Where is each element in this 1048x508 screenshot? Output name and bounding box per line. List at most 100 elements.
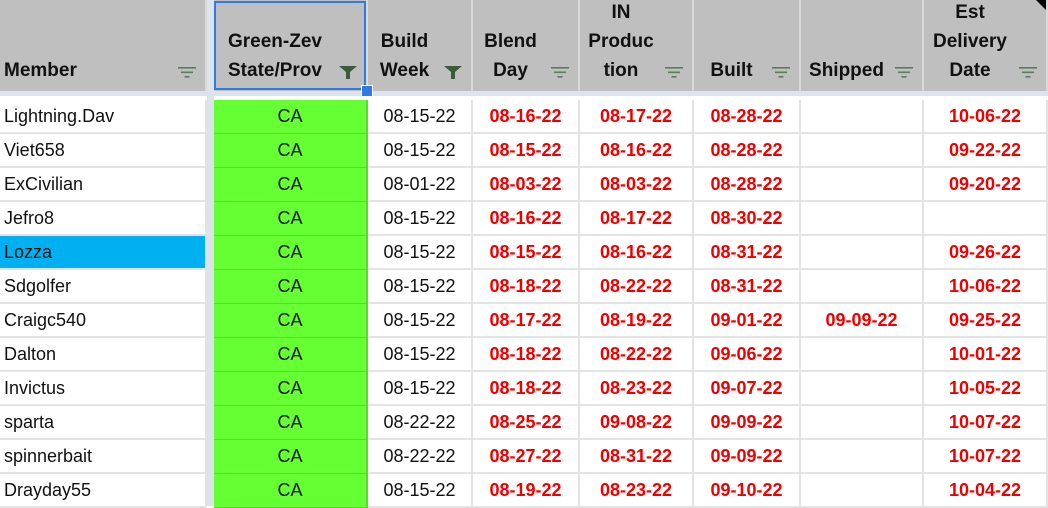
column-header-member[interactable]: Member [0,0,207,91]
column-header-in-production[interactable]: IN Produc tion [580,0,694,91]
cell-est-delivery[interactable]: 10-04-22 [924,474,1048,508]
cell-state[interactable]: CA [214,372,368,406]
cell-state[interactable]: CA [214,338,368,372]
cell-in-production[interactable]: 08-17-22 [580,202,694,236]
cell-in-production[interactable]: 08-23-22 [580,372,694,406]
cell-member[interactable]: Craigc540 [0,304,207,338]
cell-built[interactable]: 08-28-22 [694,100,801,134]
cell-blend-day[interactable]: 08-25-22 [473,406,580,440]
cell-member[interactable]: Jefro8 [0,202,207,236]
cell-est-delivery[interactable]: 09-26-22 [924,236,1048,270]
cell-built[interactable]: 09-07-22 [694,372,801,406]
cell-est-delivery[interactable]: 10-07-22 [924,406,1048,440]
cell-blend-day[interactable]: 08-03-22 [473,168,580,202]
cell-in-production[interactable]: 09-08-22 [580,406,694,440]
cell-blend-day[interactable]: 08-18-22 [473,372,580,406]
column-header-built[interactable]: Built [694,0,801,91]
cell-blend-day[interactable]: 08-16-22 [473,100,580,134]
cell-build-week[interactable]: 08-15-22 [368,134,473,168]
cell-blend-day[interactable]: 08-18-22 [473,270,580,304]
cell-built[interactable]: 09-09-22 [694,440,801,474]
filter-sort-icon[interactable] [771,65,791,79]
cell-built[interactable]: 09-01-22 [694,304,801,338]
cell-in-production[interactable]: 08-31-22 [580,440,694,474]
frozen-pane-divider[interactable] [207,0,214,506]
cell-in-production[interactable]: 08-03-22 [580,168,694,202]
column-header-est-delivery[interactable]: Est Delivery Date [924,0,1048,91]
cell-shipped[interactable] [801,168,924,202]
cell-shipped[interactable] [801,202,924,236]
cell-build-week[interactable]: 08-15-22 [368,372,473,406]
cell-state[interactable]: CA [214,168,368,202]
cell-est-delivery[interactable]: 10-01-22 [924,338,1048,372]
cell-est-delivery[interactable]: 09-22-22 [924,134,1048,168]
filter-sort-icon[interactable] [550,65,570,79]
cell-blend-day[interactable]: 08-16-22 [473,202,580,236]
cell-state[interactable]: CA [214,100,368,134]
fill-handle[interactable] [361,85,373,97]
column-header-state[interactable]: Green-Zev State/Prov [214,0,368,91]
cell-state[interactable]: CA [214,304,368,338]
cell-state[interactable]: CA [214,440,368,474]
cell-shipped[interactable]: 09-09-22 [801,304,924,338]
filter-sort-icon[interactable] [1018,65,1038,79]
cell-built[interactable]: 08-28-22 [694,134,801,168]
cell-blend-day[interactable]: 08-17-22 [473,304,580,338]
cell-build-week[interactable]: 08-15-22 [368,202,473,236]
cell-shipped[interactable] [801,236,924,270]
cell-state[interactable]: CA [214,134,368,168]
cell-in-production[interactable]: 08-19-22 [580,304,694,338]
cell-member[interactable]: ExCivilian [0,168,207,202]
filter-sort-icon[interactable] [177,65,197,79]
cell-build-week[interactable]: 08-15-22 [368,474,473,508]
cell-built[interactable]: 08-28-22 [694,168,801,202]
cell-est-delivery[interactable]: 10-07-22 [924,440,1048,474]
cell-shipped[interactable] [801,474,924,508]
cell-blend-day[interactable]: 08-19-22 [473,474,580,508]
column-header-build-week[interactable]: Build Week [368,0,473,91]
cell-shipped[interactable] [801,270,924,304]
cell-build-week[interactable]: 08-22-22 [368,440,473,474]
cell-build-week[interactable]: 08-15-22 [368,338,473,372]
cell-build-week[interactable]: 08-15-22 [368,100,473,134]
cell-shipped[interactable] [801,338,924,372]
cell-shipped[interactable] [801,134,924,168]
cell-blend-day[interactable]: 08-18-22 [473,338,580,372]
cell-est-delivery[interactable]: 10-05-22 [924,372,1048,406]
cell-in-production[interactable]: 08-23-22 [580,474,694,508]
cell-state[interactable]: CA [214,202,368,236]
cell-built[interactable]: 09-10-22 [694,474,801,508]
cell-shipped[interactable] [801,100,924,134]
cell-member[interactable]: sparta [0,406,207,440]
cell-built[interactable]: 08-30-22 [694,202,801,236]
cell-in-production[interactable]: 08-16-22 [580,236,694,270]
cell-built[interactable]: 08-31-22 [694,270,801,304]
cell-member[interactable]: Dalton [0,338,207,372]
filter-active-icon[interactable] [338,65,358,79]
cell-built[interactable]: 08-31-22 [694,236,801,270]
cell-member[interactable]: Drayday55 [0,474,207,508]
cell-est-delivery[interactable]: 10-06-22 [924,270,1048,304]
cell-state[interactable]: CA [214,474,368,508]
cell-blend-day[interactable]: 08-15-22 [473,236,580,270]
cell-shipped[interactable] [801,440,924,474]
cell-in-production[interactable]: 08-16-22 [580,134,694,168]
cell-est-delivery[interactable]: 09-20-22 [924,168,1048,202]
cell-state[interactable]: CA [214,236,368,270]
cell-member[interactable]: spinnerbait [0,440,207,474]
cell-built[interactable]: 09-09-22 [694,406,801,440]
cell-build-week[interactable]: 08-22-22 [368,406,473,440]
cell-state[interactable]: CA [214,406,368,440]
cell-in-production[interactable]: 08-22-22 [580,270,694,304]
filter-sort-icon[interactable] [894,65,914,79]
cell-member[interactable]: Viet658 [0,134,207,168]
cell-blend-day[interactable]: 08-15-22 [473,134,580,168]
cell-shipped[interactable] [801,406,924,440]
column-header-blend-day[interactable]: Blend Day [473,0,580,91]
column-header-shipped[interactable]: Shipped [801,0,924,91]
cell-member[interactable]: Lightning.Dav [0,100,207,134]
cell-build-week[interactable]: 08-15-22 [368,304,473,338]
filter-active-icon[interactable] [443,65,463,79]
cell-shipped[interactable] [801,372,924,406]
cell-blend-day[interactable]: 08-27-22 [473,440,580,474]
